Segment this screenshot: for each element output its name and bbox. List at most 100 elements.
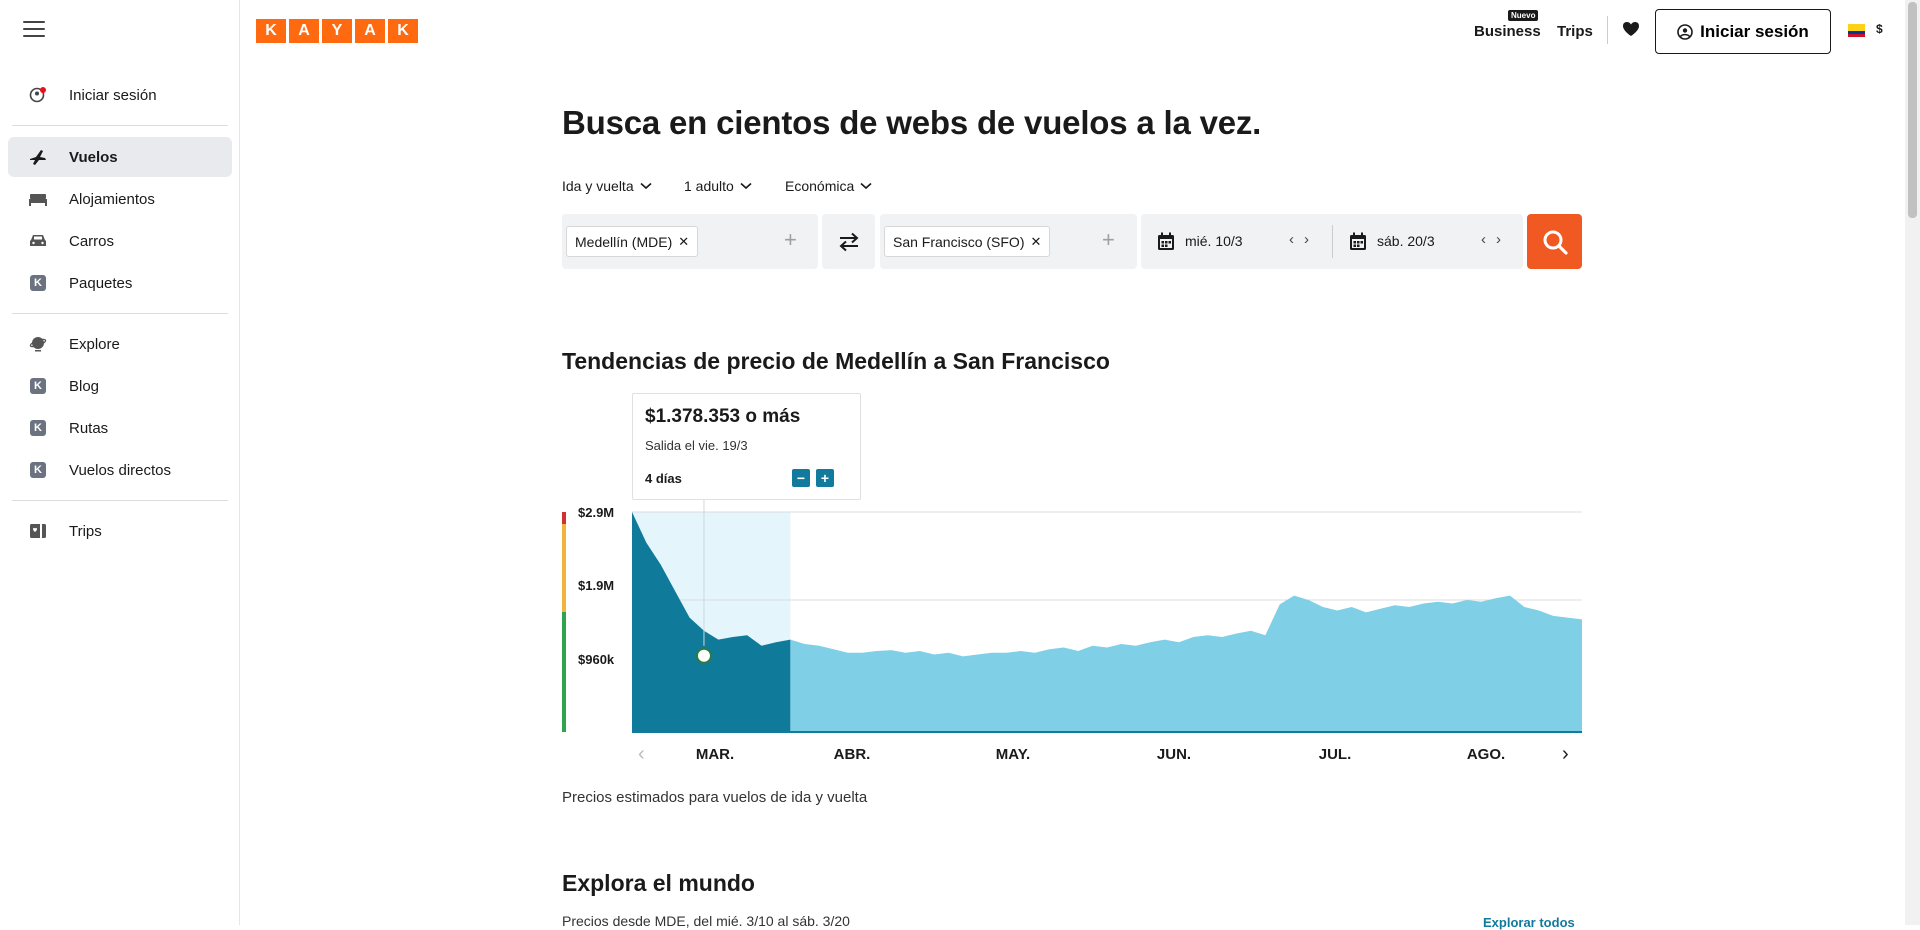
new-badge: Nuevo — [1508, 10, 1539, 21]
return-date-arrows: ‹ › — [1481, 231, 1501, 248]
sidebar-item-label: Explore — [69, 335, 120, 353]
search-button[interactable] — [1527, 214, 1582, 269]
price-trends-title: Tendencias de precio de Medellín a San F… — [562, 348, 1110, 374]
business-link[interactable]: Business — [1474, 23, 1541, 40]
increase-duration-button[interactable]: + — [816, 469, 834, 487]
sidebar-item-paquetes[interactable]: K Paquetes — [8, 263, 232, 303]
depart-date[interactable]: mié. 10/3 ‹ › — [1141, 214, 1331, 269]
chart-next-arrow-icon[interactable]: › — [1562, 743, 1569, 766]
car-icon — [25, 233, 51, 249]
sidebar-item-trips[interactable]: Trips — [8, 511, 232, 551]
chart-note: Precios estimados para vuelos de ida y v… — [562, 789, 868, 806]
destination-value: San Francisco (SFO) — [893, 233, 1025, 250]
cabin-label: Económica — [785, 178, 855, 194]
origin-chip: Medellín (MDE) ✕ — [566, 226, 699, 257]
kayak-logo[interactable]: K A Y A K — [256, 19, 418, 43]
divider — [12, 313, 228, 314]
month-label[interactable]: AGO. — [1467, 746, 1505, 763]
return-date[interactable]: sáb. 20/3 ‹ › — [1333, 214, 1523, 269]
prev-day-icon[interactable]: ‹ — [1289, 231, 1294, 248]
travelers-dropdown[interactable]: 1 adulto — [684, 178, 752, 194]
sidebar-item-label: Carros — [69, 232, 115, 250]
sidebar-item-label: Paquetes — [69, 274, 133, 292]
divider — [12, 500, 228, 501]
currency-selector[interactable]: $ — [1876, 22, 1883, 36]
search-icon — [1543, 230, 1568, 255]
sidebar-item-vuelos[interactable]: Vuelos — [8, 137, 232, 177]
origin-value: Medellín (MDE) — [575, 233, 673, 250]
date-divider — [1332, 225, 1333, 258]
sidebar-item-explore[interactable]: Explore — [8, 324, 232, 364]
heart-icon[interactable] — [1622, 21, 1640, 42]
logo-letter: K — [388, 19, 418, 43]
sidebar-item-vuelos-directos[interactable]: K Vuelos directos — [8, 450, 232, 490]
trip-type-dropdown[interactable]: Ida y vuelta — [562, 178, 652, 194]
logo-letter: K — [256, 19, 286, 43]
chevron-down-icon — [860, 182, 872, 190]
price-level-low — [562, 612, 566, 732]
chevron-down-icon — [640, 182, 652, 190]
explore-title: Explora el mundo — [562, 870, 755, 896]
month-label[interactable]: MAY. — [996, 746, 1030, 763]
sidebar-signin-label: Iniciar sesión — [69, 86, 157, 104]
price-trend-chart[interactable] — [560, 500, 1584, 736]
signin-button[interactable]: Iniciar sesión — [1655, 9, 1831, 54]
price-area-future — [790, 595, 1582, 732]
decrease-duration-button[interactable]: − — [792, 469, 810, 487]
destination-field[interactable]: San Francisco (SFO) ✕ + — [880, 214, 1137, 269]
next-day-icon[interactable]: › — [1304, 231, 1309, 248]
y-tick-label: $960k — [578, 652, 615, 667]
cabin-dropdown[interactable]: Económica — [785, 178, 872, 194]
calendar-icon — [1350, 232, 1366, 250]
month-label[interactable]: JUL. — [1319, 746, 1352, 763]
scrollbar-thumb[interactable] — [1908, 2, 1917, 218]
selected-point[interactable] — [695, 647, 712, 664]
y-tick-label: $1.9M — [578, 578, 615, 593]
depart-date-value: mié. 10/3 — [1185, 233, 1243, 249]
bed-icon — [25, 191, 51, 207]
plane-icon — [25, 147, 51, 167]
origin-field[interactable]: Medellín (MDE) ✕ + — [562, 214, 818, 269]
next-day-icon[interactable]: › — [1496, 231, 1501, 248]
menu-icon[interactable] — [23, 21, 45, 39]
trips-link[interactable]: Trips — [1557, 23, 1593, 40]
chart-prev-arrow-icon[interactable]: ‹ — [638, 743, 645, 766]
k-icon: K — [25, 462, 51, 478]
explore-all-link[interactable]: Explorar todos — [1483, 915, 1575, 930]
sidebar-item-label: Blog — [69, 377, 100, 395]
month-label[interactable]: MAR. — [696, 746, 734, 763]
sidebar-signin[interactable]: Iniciar sesión — [8, 75, 232, 115]
calendar-icon — [1158, 232, 1174, 250]
logo-letter: Y — [322, 19, 352, 43]
prev-day-icon[interactable]: ‹ — [1481, 231, 1486, 248]
tooltip-duration: 4 días — [645, 471, 682, 486]
header-divider — [1607, 16, 1608, 44]
logo-letter: A — [289, 19, 319, 43]
trip-type-label: Ida y vuelta — [562, 178, 634, 194]
sidebar-item-rutas[interactable]: K Rutas — [8, 408, 232, 448]
trips-icon — [25, 522, 51, 540]
tooltip-price: $1.378.353 o más — [645, 406, 801, 427]
user-icon — [25, 86, 51, 104]
sidebar-item-label: Vuelos — [69, 148, 118, 166]
globe-icon — [25, 335, 51, 353]
sidebar: Iniciar sesión Vuelos Alojamientos Carro… — [0, 0, 240, 925]
remove-origin-icon[interactable]: ✕ — [678, 234, 689, 250]
sidebar-item-alojamientos[interactable]: Alojamientos — [8, 179, 232, 219]
month-label[interactable]: ABR. — [834, 746, 871, 763]
swap-button[interactable] — [822, 214, 875, 269]
k-icon: K — [25, 275, 51, 291]
sidebar-item-blog[interactable]: K Blog — [8, 366, 232, 406]
add-origin-icon[interactable]: + — [784, 229, 797, 251]
sidebar-item-carros[interactable]: Carros — [8, 221, 232, 261]
scrollbar[interactable] — [1905, 0, 1920, 925]
price-level-high — [562, 512, 566, 524]
add-destination-icon[interactable]: + — [1102, 229, 1115, 251]
month-label[interactable]: JUN. — [1157, 746, 1191, 763]
remove-destination-icon[interactable]: ✕ — [1030, 234, 1041, 250]
travelers-label: 1 adulto — [684, 178, 734, 194]
colombia-flag-icon[interactable] — [1848, 24, 1865, 37]
swap-icon — [839, 232, 858, 251]
explore-subtitle: Precios desde MDE, del mié. 3/10 al sáb.… — [562, 913, 850, 929]
price-tooltip: $1.378.353 o más Salida el vie. 19/3 4 d… — [632, 393, 861, 500]
